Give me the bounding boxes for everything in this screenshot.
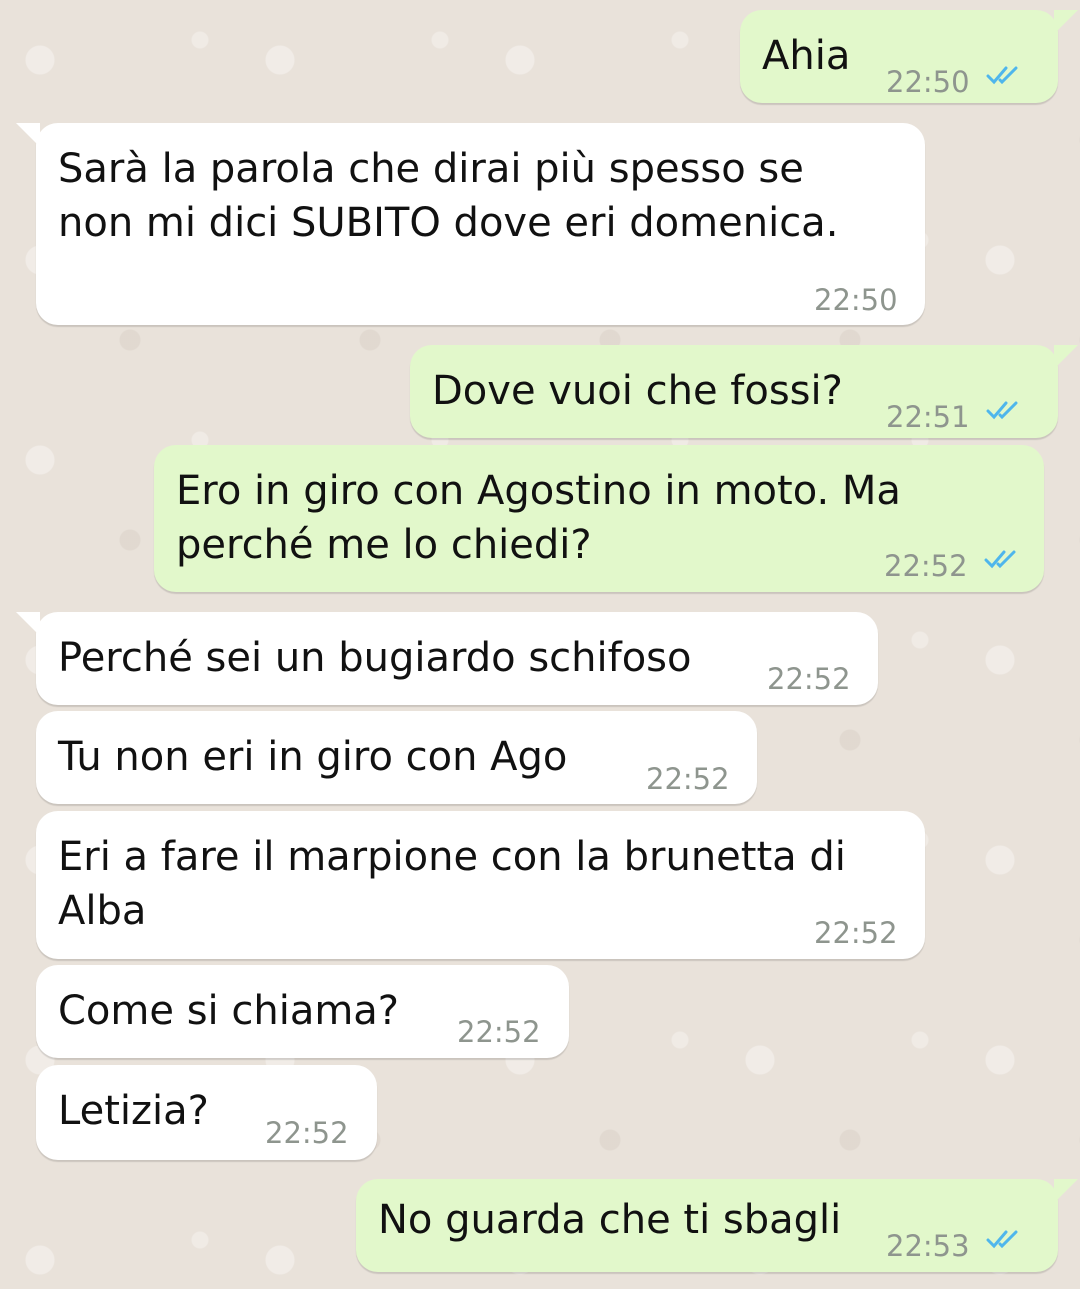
message-text: perché me lo chiedi? (176, 522, 592, 568)
outgoing-message[interactable]: No guarda che ti sbagli 22:53 (356, 1179, 1078, 1272)
message-text: Perché sei un bugiardo schifoso (58, 635, 692, 681)
message-time: 22:52 (884, 549, 968, 583)
outgoing-message[interactable]: Ahia 22:50 (740, 10, 1078, 103)
outgoing-message[interactable]: Dove vuoi che fossi? 22:51 (410, 345, 1078, 438)
chat-background: Ahia 22:50 Sarà la parola che dirai più … (0, 0, 1080, 1289)
message-text: Sarà la parola che dirai più spesso se (58, 146, 804, 192)
double-check-icon (986, 66, 1018, 85)
message-text: Ero in giro con Agostino in moto. Ma (176, 468, 901, 514)
incoming-message[interactable]: Tu non eri in giro con Ago 22:52 (36, 711, 757, 804)
message-time: 22:50 (886, 65, 970, 99)
message-text: Ahia (762, 33, 851, 79)
message-text: Alba (58, 888, 147, 934)
message-text: Tu non eri in giro con Ago (58, 734, 568, 780)
message-text: non mi dici SUBITO dove eri domenica. (58, 200, 839, 246)
message-text: Letizia? (58, 1088, 209, 1134)
incoming-message[interactable]: Eri a fare il marpione con la brunetta d… (36, 811, 925, 959)
message-time: 22:50 (814, 283, 898, 317)
message-time: 22:51 (886, 400, 970, 434)
incoming-message[interactable]: Sarà la parola che dirai più spesso se n… (16, 123, 925, 325)
double-check-icon (986, 401, 1018, 420)
outgoing-message[interactable]: Ero in giro con Agostino in moto. Ma per… (154, 445, 1044, 592)
incoming-message[interactable]: Letizia? 22:52 (36, 1065, 377, 1160)
message-time: 22:52 (646, 762, 730, 796)
double-check-icon (986, 1230, 1018, 1249)
incoming-message[interactable]: Perché sei un bugiardo schifoso 22:52 (16, 612, 878, 705)
message-time: 22:52 (265, 1116, 349, 1150)
incoming-message[interactable]: Come si chiama? 22:52 (36, 965, 569, 1058)
message-time: 22:53 (886, 1229, 970, 1263)
message-text: Dove vuoi che fossi? (432, 368, 843, 414)
message-time: 22:52 (814, 916, 898, 950)
double-check-icon (984, 550, 1016, 569)
message-text: Eri a fare il marpione con la brunetta d… (58, 834, 846, 880)
message-time: 22:52 (457, 1015, 541, 1049)
message-text: No guarda che ti sbagli (378, 1197, 842, 1243)
message-text: Come si chiama? (58, 988, 400, 1034)
message-time: 22:52 (767, 662, 851, 696)
